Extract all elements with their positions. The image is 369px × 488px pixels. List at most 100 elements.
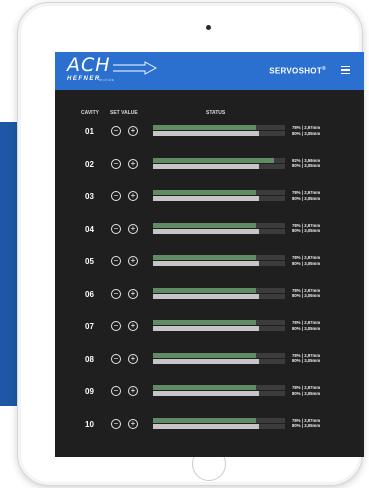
status-bar-target-fill — [153, 358, 259, 364]
status-bar-actual-fill — [153, 385, 256, 390]
status-bar-actual-fill — [153, 190, 256, 195]
status-bar-actual-fill — [153, 287, 256, 293]
status-bar-actual — [153, 417, 285, 423]
increase-button[interactable]: + — [128, 321, 138, 331]
status-readout: 78% | 2,97mm 80% | 3,05mm — [292, 288, 320, 299]
cavity-row: 06 − +78% | 2,97mm 80% | 3,05mm — [55, 287, 364, 302]
increase-button[interactable]: + — [128, 418, 138, 429]
column-header-cavity: CAVITY — [81, 110, 99, 116]
status-bar-actual — [153, 255, 285, 260]
status-bar-actual-fill — [153, 417, 256, 423]
cavity-number: 08 — [85, 354, 94, 364]
increase-button[interactable]: + — [128, 191, 138, 201]
status-bar-target-fill — [153, 261, 259, 266]
app-header: ACH HEFNER molds SERVOSHOT® — [55, 52, 364, 90]
status-readout-target: 80% | 3,05mm — [292, 163, 321, 168]
cavity-row: 09 − +78% | 2,97mm 80% | 3,05mm — [55, 385, 364, 399]
status-readout-target: 80% | 3,05mm — [292, 293, 321, 298]
status-bar-target — [153, 391, 285, 396]
status-readout-actual: 78% | 2,97mm — [292, 320, 321, 325]
status-readout-target: 80% | 3,05mm — [292, 390, 321, 396]
status-bar-actual — [153, 320, 285, 325]
cavity-row: 02 − +92% | 3,59mm 80% | 3,05mm — [55, 157, 364, 172]
logo-molds-text: molds — [99, 77, 115, 82]
status-bar-actual — [153, 157, 285, 163]
decrease-button[interactable]: − — [111, 191, 121, 201]
camera-icon — [206, 25, 211, 30]
status-bar-target — [153, 326, 285, 331]
status-readout: 78% | 2,97mm 80% | 3,05mm — [292, 418, 320, 429]
status-readout: 92% | 3,59mm 80% | 3,05mm — [292, 158, 320, 169]
decrease-button[interactable]: − — [111, 418, 121, 429]
cavity-row: 08 − +78% | 2,97mm 80% | 3,05mm — [55, 352, 364, 367]
status-bar-target — [153, 261, 285, 266]
increase-button[interactable]: + — [128, 158, 138, 169]
cavity-number: 04 — [85, 224, 94, 234]
app-screen: ACH HEFNER molds SERVOSHOT® CAVITY SET V… — [55, 52, 364, 457]
status-bar-actual — [153, 287, 285, 293]
increase-button[interactable]: + — [128, 353, 138, 364]
status-readout-target: 80% | 3,05mm — [292, 358, 321, 363]
hamburger-menu-icon[interactable] — [341, 66, 350, 74]
status-bar-target-fill — [153, 131, 259, 136]
logo-ach-text: ACH — [67, 54, 111, 76]
ach-logo[interactable]: ACH HEFNER molds — [67, 54, 177, 86]
increase-button[interactable]: + — [128, 288, 138, 299]
decrease-button[interactable]: − — [111, 353, 121, 364]
decrease-button[interactable]: − — [111, 256, 121, 266]
status-bar-target — [153, 163, 285, 169]
status-bar-target-fill — [153, 196, 259, 201]
decrease-button[interactable]: − — [111, 321, 121, 331]
decrease-button[interactable]: − — [111, 223, 121, 234]
status-readout: 78% | 2,97mm 80% | 3,05mm — [292, 125, 320, 136]
status-bar-target — [153, 196, 285, 201]
cavity-row: 07 − +78% | 2,97mm 80% | 3,05mm — [55, 320, 364, 334]
increase-button[interactable]: + — [128, 256, 138, 266]
status-readout-actual: 78% | 2,97mm — [292, 190, 321, 195]
status-bar-target — [153, 228, 285, 234]
status-readout-target: 80% | 3,05mm — [292, 195, 321, 201]
status-bar-target — [153, 423, 285, 429]
decrease-button[interactable]: − — [111, 126, 121, 136]
status-readout-target: 80% | 3,05mm — [292, 130, 321, 136]
status-bar-target-fill — [153, 163, 259, 169]
increase-button[interactable]: + — [128, 126, 138, 136]
status-bar-target-fill — [153, 326, 259, 331]
decrease-button[interactable]: − — [111, 288, 121, 299]
status-readout-target: 80% | 3,05mm — [292, 260, 321, 266]
status-bar-actual — [153, 125, 285, 130]
app-name-text: SERVOSHOT — [269, 66, 323, 76]
status-bar-actual — [153, 222, 285, 228]
increase-button[interactable]: + — [128, 386, 138, 396]
status-readout-target: 80% | 3,05mm — [292, 423, 321, 428]
status-readout: 78% | 2,97mm 80% | 3,05mm — [292, 353, 320, 364]
status-bar-actual-fill — [153, 222, 256, 228]
decrease-button[interactable]: − — [111, 158, 121, 169]
status-bar-target-fill — [153, 293, 259, 299]
tablet-frame: ACH HEFNER molds SERVOSHOT® CAVITY SET V… — [17, 2, 364, 486]
logo-hefner-text: HEFNER — [67, 76, 101, 82]
cavity-number: 03 — [85, 192, 94, 201]
status-bar-actual-fill — [153, 320, 256, 325]
status-bar-target-fill — [153, 228, 259, 234]
cavity-number: 09 — [85, 387, 94, 396]
status-bar-actual — [153, 385, 285, 390]
status-bar-target — [153, 293, 285, 299]
status-readout: 78% | 2,97mm 80% | 3,05mm — [292, 320, 320, 331]
cavity-row: 03 − +78% | 2,97mm 80% | 3,05mm — [55, 190, 364, 204]
logo-arrow-icon — [113, 61, 157, 75]
cavity-number: 10 — [85, 419, 94, 429]
status-bar-target-fill — [153, 423, 259, 429]
cavity-row: 05 − +78% | 2,97mm 80% | 3,05mm — [55, 255, 364, 269]
status-bar-actual — [153, 190, 285, 195]
status-bar-actual-fill — [153, 352, 256, 358]
cavity-row: 01 − +78% | 2,97mm 80% | 3,05mm — [55, 125, 364, 139]
increase-button[interactable]: + — [128, 223, 138, 234]
status-bar-actual-fill — [153, 255, 256, 260]
status-readout: 78% | 2,97mm 80% | 3,05mm — [292, 190, 320, 201]
decrease-button[interactable]: − — [111, 386, 121, 396]
column-header-set-value: SET VALUE — [110, 110, 138, 116]
status-readout-actual: 78% | 2,97mm — [292, 255, 321, 260]
status-bar-actual-fill — [153, 125, 256, 130]
registered-mark: ® — [322, 66, 326, 72]
